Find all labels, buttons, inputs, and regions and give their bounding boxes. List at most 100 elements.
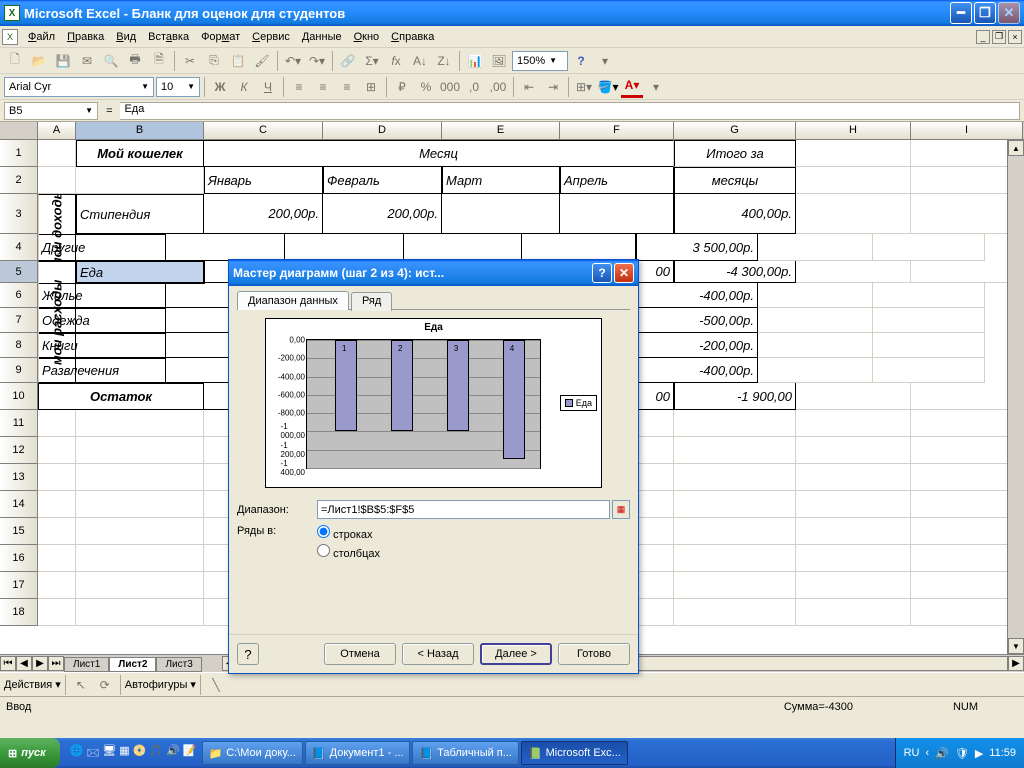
tray-icon[interactable]: ‹	[925, 747, 929, 759]
font-box[interactable]: ▼	[4, 77, 154, 97]
maximize-button[interactable]: ❐	[974, 2, 996, 24]
sheet-tab-1[interactable]: Лист1	[64, 657, 109, 672]
tab-last-icon[interactable]: ⏭	[48, 656, 64, 671]
ql-icon[interactable]: 📝	[183, 744, 197, 763]
chart-wizard-icon[interactable]: 📊	[464, 50, 486, 72]
align-center-icon[interactable]: ≡	[312, 76, 334, 98]
actions-menu[interactable]: Действия ▾	[4, 678, 61, 691]
ql-icon[interactable]: 🖂	[86, 744, 99, 763]
name-box[interactable]: B5▼	[4, 102, 98, 120]
print-icon[interactable]: 🖶	[124, 50, 146, 72]
line-icon[interactable]: ╲	[205, 674, 227, 696]
open-icon[interactable]: 📂	[28, 50, 50, 72]
format-painter-icon[interactable]: 🖌	[251, 50, 273, 72]
help-icon[interactable]: ?	[570, 50, 592, 72]
tab-series[interactable]: Ряд	[351, 292, 392, 311]
close-button[interactable]: ✕	[998, 2, 1020, 24]
menu-format[interactable]: Формат	[195, 29, 246, 45]
ql-icon[interactable]: 📀	[133, 744, 147, 763]
preview-icon[interactable]: 🗎	[148, 50, 170, 72]
new-icon[interactable]: 🗋	[4, 50, 26, 72]
align-left-icon[interactable]: ≡	[288, 76, 310, 98]
start-button[interactable]: ⊞ пуск	[0, 738, 60, 768]
redo-icon[interactable]: ↷▾	[306, 50, 328, 72]
task-folder[interactable]: 📁 C:\Мои доку...	[202, 741, 303, 765]
radio-rows[interactable]	[317, 525, 330, 538]
clock[interactable]: 11:59	[989, 747, 1016, 759]
inc-decimal-icon[interactable]: ,0	[463, 76, 485, 98]
search-icon[interactable]: 🔍	[100, 50, 122, 72]
save-icon[interactable]: 💾	[52, 50, 74, 72]
toolbar-options-icon[interactable]: ▾	[594, 50, 616, 72]
link-icon[interactable]: 🔗	[337, 50, 359, 72]
lang-indicator[interactable]: RU	[904, 747, 920, 759]
minimize-button[interactable]: ━	[950, 2, 972, 24]
tray-icon[interactable]: 🛡	[955, 747, 969, 760]
collapse-dialog-icon[interactable]: ▦	[612, 500, 630, 519]
tray-icon[interactable]: 🔊	[935, 747, 949, 760]
underline-icon[interactable]: Ч	[257, 76, 279, 98]
ql-icon[interactable]: 🖥	[102, 744, 116, 763]
autoshapes-menu[interactable]: Автофигуры ▾	[125, 678, 196, 691]
tab-prev-icon[interactable]: ◀	[16, 656, 32, 671]
dialog-close-button[interactable]: ✕	[614, 263, 634, 283]
hscroll-right-icon[interactable]: ▶	[1008, 656, 1024, 671]
bold-icon[interactable]: Ж	[209, 76, 231, 98]
toolbar-options-icon[interactable]: ▾	[645, 76, 667, 98]
dialog-help-icon[interactable]: ?	[237, 643, 259, 665]
tab-data-range[interactable]: Диапазон данных	[237, 291, 349, 310]
comma-icon[interactable]: 000	[439, 76, 461, 98]
menu-insert[interactable]: Вставка	[142, 29, 195, 45]
font-color-icon[interactable]: A▾	[621, 76, 643, 98]
dialog-titlebar[interactable]: Мастер диаграмм (шаг 2 из 4): ист... ? ✕	[229, 260, 638, 286]
range-input[interactable]	[317, 500, 610, 519]
paste-icon[interactable]: 📋	[227, 50, 249, 72]
next-button[interactable]: Далее >	[480, 643, 552, 665]
align-right-icon[interactable]: ≡	[336, 76, 358, 98]
finish-button[interactable]: Готово	[558, 643, 630, 665]
dialog-help-button[interactable]: ?	[592, 263, 612, 283]
sheet-tab-2[interactable]: Лист2	[109, 657, 156, 672]
vertical-scrollbar[interactable]: ▲ ▼	[1007, 140, 1024, 654]
ql-icon[interactable]: 🌐	[70, 744, 84, 763]
drawing-icon[interactable]: 🖼	[488, 50, 510, 72]
workbook-icon[interactable]: X	[2, 29, 18, 45]
tab-first-icon[interactable]: ⏮	[0, 656, 16, 671]
menu-help[interactable]: Справка	[385, 29, 440, 45]
tray-icon[interactable]: ▶	[975, 747, 983, 760]
menu-edit[interactable]: Правка	[61, 29, 110, 45]
pointer-icon[interactable]: ↖	[70, 674, 92, 696]
ql-icon[interactable]: ▦	[119, 744, 129, 763]
percent-icon[interactable]: %	[415, 76, 437, 98]
borders-icon[interactable]: ⊞▾	[573, 76, 595, 98]
copy-icon[interactable]: ⎘	[203, 50, 225, 72]
menu-view[interactable]: Вид	[110, 29, 142, 45]
sheet-tab-3[interactable]: Лист3	[156, 657, 201, 672]
cancel-button[interactable]: Отмена	[324, 643, 396, 665]
sort-asc-icon[interactable]: A↓	[409, 50, 431, 72]
dec-decimal-icon[interactable]: ,00	[487, 76, 509, 98]
dec-indent-icon[interactable]: ⇤	[518, 76, 540, 98]
currency-icon[interactable]: ₽	[391, 76, 413, 98]
inc-indent-icon[interactable]: ⇥	[542, 76, 564, 98]
undo-icon[interactable]: ↶▾	[282, 50, 304, 72]
fill-color-icon[interactable]: 🪣▾	[597, 76, 619, 98]
scroll-down-icon[interactable]: ▼	[1008, 638, 1024, 654]
back-button[interactable]: < Назад	[402, 643, 474, 665]
mail-icon[interactable]: ✉	[76, 50, 98, 72]
task-excel[interactable]: 📗 Microsoft Exc...	[521, 741, 628, 765]
fx-icon[interactable]: fx	[385, 50, 407, 72]
ql-icon[interactable]: 🔊	[166, 744, 180, 763]
menu-service[interactable]: Сервис	[246, 29, 296, 45]
scroll-up-icon[interactable]: ▲	[1008, 140, 1024, 156]
formula-input[interactable]: Еда	[120, 102, 1020, 120]
ql-icon[interactable]: 🎵	[149, 744, 163, 763]
menu-file[interactable]: Файл	[22, 29, 61, 45]
menu-data[interactable]: Данные	[296, 29, 348, 45]
zoom-box[interactable]: 150%▼	[512, 51, 568, 71]
cut-icon[interactable]: ✂	[179, 50, 201, 72]
menu-window[interactable]: Окно	[348, 29, 386, 45]
doc-min-button[interactable]: _	[976, 30, 990, 44]
task-word[interactable]: 📘 Документ1 - ...	[305, 741, 411, 765]
italic-icon[interactable]: К	[233, 76, 255, 98]
